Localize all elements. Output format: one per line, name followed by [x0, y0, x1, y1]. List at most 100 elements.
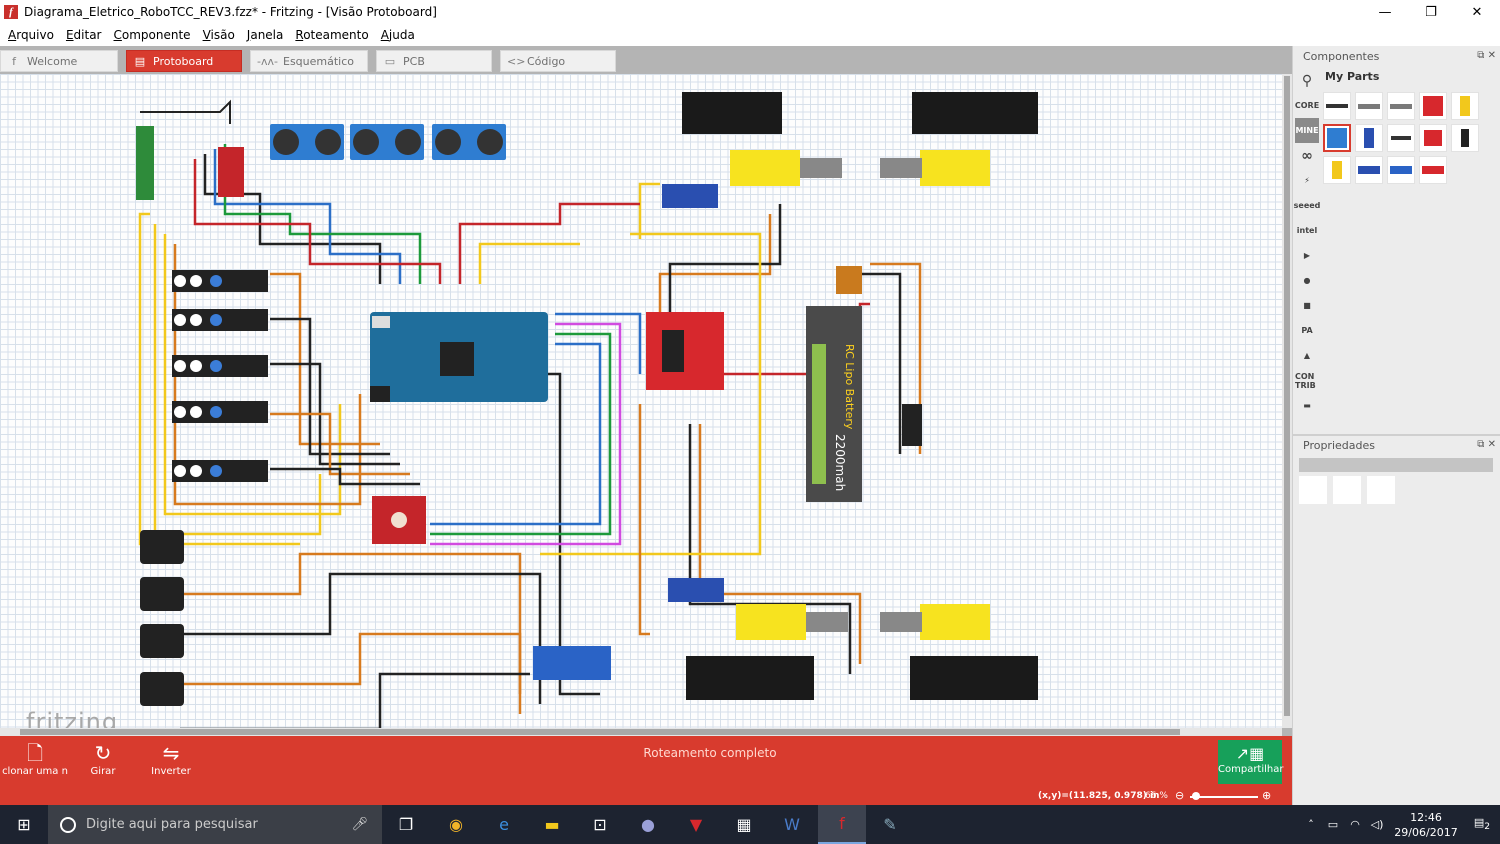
part-item[interactable]	[1419, 124, 1447, 152]
encoder-module-top[interactable]	[662, 184, 718, 208]
search-placeholder: Digite aqui para pesquisar	[86, 817, 258, 832]
microcontroller-chip	[440, 342, 474, 376]
windows-start-icon[interactable]: ⊞	[0, 805, 48, 844]
part-item[interactable]	[1387, 92, 1415, 120]
ultrasonic-sensors[interactable]	[270, 124, 506, 160]
zoom-out-icon[interactable]: ⊖	[1175, 789, 1184, 802]
menu-visao[interactable]: Visão	[199, 28, 243, 42]
tab-esquematico[interactable]: -ʌʌ- Esquemático	[250, 50, 368, 72]
edge-icon[interactable]: e	[480, 805, 528, 844]
part-item-selected[interactable]	[1323, 124, 1351, 152]
breadboard-canvas[interactable]: RC Lipo Battery 2200mah fritzing	[0, 74, 1282, 728]
taskbar-search[interactable]: Digite aqui para pesquisar 🎤︎	[48, 805, 382, 844]
part-item[interactable]	[1387, 124, 1415, 152]
bin-mine[interactable]: MINE	[1295, 118, 1319, 143]
tab-pcb[interactable]: ▭ PCB	[376, 50, 492, 72]
part-item[interactable]	[1451, 124, 1479, 152]
notification-count: 2	[1484, 821, 1491, 833]
buck-converter[interactable]	[533, 646, 611, 680]
word-icon[interactable]: W	[768, 805, 816, 844]
zoom-in-icon[interactable]: ⊕	[1262, 789, 1271, 802]
fritzing-taskbar-icon[interactable]: f	[818, 805, 866, 844]
media-app-icon[interactable]: ●	[624, 805, 672, 844]
notification-icon[interactable]: ▤2	[1464, 816, 1500, 832]
zoom-slider-handle[interactable]	[1192, 792, 1200, 800]
battery-label: RC Lipo Battery	[843, 344, 856, 430]
tab-protoboard[interactable]: ▤ Protoboard	[126, 50, 242, 72]
bin-snootlab-icon[interactable]: ●	[1295, 268, 1319, 293]
chevron-up-icon[interactable]: ˄	[1300, 818, 1322, 831]
flip-label: Inverter	[151, 766, 191, 777]
store-icon[interactable]: ⊡	[576, 805, 624, 844]
mcafee-icon[interactable]: ▼	[672, 805, 720, 844]
microphone-icon[interactable]: 🎤︎	[351, 817, 368, 832]
part-item[interactable]	[1419, 92, 1447, 120]
part-item[interactable]	[1323, 156, 1351, 184]
circuit-diagram[interactable]: RC Lipo Battery 2200mah	[0, 74, 1282, 728]
clock[interactable]: 12:46 29/06/2017	[1388, 810, 1464, 840]
file-explorer-icon[interactable]: ▬	[528, 805, 576, 844]
fritzing-app-icon: f	[4, 5, 18, 19]
tab-codigo[interactable]: <> Código	[500, 50, 616, 72]
menu-arquivo[interactable]: Arquivo	[4, 28, 62, 42]
rotate-icon: ↻	[94, 741, 112, 765]
bin-lilypad-icon[interactable]: ■	[1295, 293, 1319, 318]
bin-contrib[interactable]: CON TRIB	[1295, 368, 1319, 393]
panel-float-close-icon[interactable]: ⧉ ✕	[1477, 50, 1496, 61]
bin-sparkfun-icon[interactable]: ⚡	[1295, 168, 1319, 193]
clone-button[interactable]: 🗋 clonar uma n	[0, 740, 70, 777]
part-item[interactable]	[1451, 92, 1479, 120]
bin-animal-icon[interactable]: ▲	[1295, 343, 1319, 368]
menu-roteamento[interactable]: Roteamento	[291, 28, 376, 42]
flip-button[interactable]: ⇋ Inverter	[136, 740, 206, 777]
task-view-icon[interactable]: ❐	[382, 805, 430, 844]
encoder-module-bottom[interactable]	[668, 578, 724, 602]
part-item[interactable]	[1323, 92, 1351, 120]
bin-play-icon[interactable]: ▶	[1295, 243, 1319, 268]
menu-ajuda[interactable]: Ajuda	[377, 28, 423, 42]
title-bar: f Diagrama_Eletrico_RoboTCC_REV3.fzz* - …	[0, 0, 1500, 24]
wifi-icon[interactable]: ◠	[1344, 818, 1366, 831]
pin-header[interactable]	[218, 147, 244, 197]
calculator-icon[interactable]: ▦	[720, 805, 768, 844]
horizontal-scrollbar[interactable]	[0, 728, 1282, 736]
usb-port	[372, 316, 390, 328]
share-button[interactable]: ↗▦ Compartilhar	[1218, 740, 1283, 784]
vertical-scrollbar[interactable]	[1282, 74, 1292, 728]
bin-temp-icon[interactable]: ▬	[1295, 393, 1319, 418]
rotate-button[interactable]: ↻ Girar	[68, 740, 138, 777]
close-button[interactable]: ✕	[1454, 0, 1500, 24]
menu-editar[interactable]: Editar	[62, 28, 110, 42]
volume-icon[interactable]: ◁)	[1366, 818, 1388, 831]
menu-janela[interactable]: Janela	[243, 28, 292, 42]
components-panel-title: Componentes	[1303, 50, 1380, 63]
bin-intel[interactable]: intel	[1295, 218, 1319, 243]
part-item[interactable]	[1355, 92, 1383, 120]
bin-seeed[interactable]: seeed	[1294, 193, 1321, 218]
bin-title: My Parts	[1325, 70, 1380, 83]
bin-arduino-icon[interactable]: ∞	[1295, 143, 1319, 168]
minimize-button[interactable]: —	[1362, 0, 1408, 24]
bin-core[interactable]: CORE	[1295, 93, 1319, 118]
bin-pa[interactable]: PA	[1295, 318, 1319, 343]
part-item[interactable]	[1387, 156, 1415, 184]
battery-icon[interactable]: ▭	[1322, 818, 1344, 831]
rf-module[interactable]	[136, 126, 154, 200]
part-item[interactable]	[1419, 156, 1447, 184]
maximize-button[interactable]: ❐	[1408, 0, 1454, 24]
part-item[interactable]	[1355, 156, 1383, 184]
line-sensors[interactable]	[172, 270, 268, 482]
paint-icon[interactable]: ✎	[866, 805, 914, 844]
window-title: Diagrama_Eletrico_RoboTCC_REV3.fzz* - Fr…	[24, 5, 437, 19]
chrome-icon[interactable]: ◉	[432, 805, 480, 844]
menu-componente[interactable]: Componente	[110, 28, 199, 42]
search-icon[interactable]: ⚲	[1295, 68, 1319, 93]
servo-motors[interactable]	[140, 530, 184, 706]
tab-label: Protoboard	[153, 54, 214, 68]
battery-capacity: 2200mah	[833, 434, 847, 491]
tab-welcome[interactable]: f Welcome	[0, 50, 118, 72]
part-item[interactable]	[1355, 124, 1383, 152]
panel-float-close-icon[interactable]: ⧉ ✕	[1477, 439, 1496, 450]
zoom-slider[interactable]	[1190, 796, 1258, 798]
motor-driver-l298n[interactable]	[646, 312, 724, 390]
